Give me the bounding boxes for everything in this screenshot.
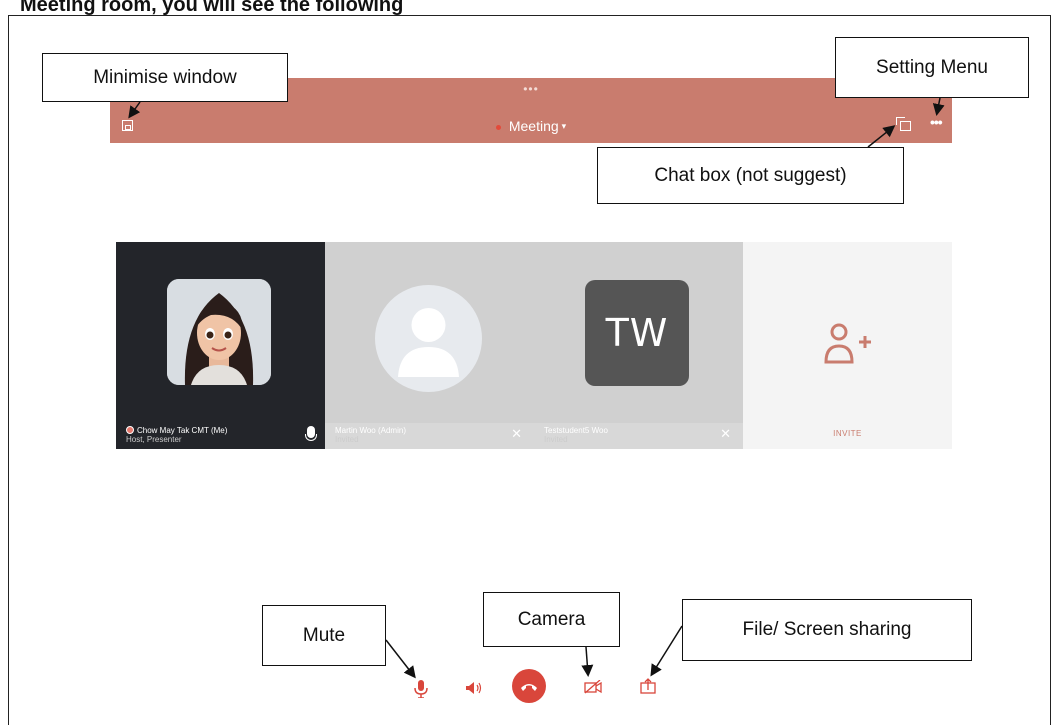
cartoon-avatar-icon — [167, 279, 271, 385]
avatar — [167, 279, 271, 385]
chat-box-icon[interactable] — [896, 117, 911, 131]
participant-tile[interactable]: TW Teststudent5 Woo Invited ✕ — [534, 242, 743, 449]
microphone-icon[interactable] — [414, 680, 428, 698]
meeting-title[interactable]: Meeting ▾ — [110, 118, 952, 134]
participant-role: Host, Presenter — [126, 435, 182, 444]
participant-role: Invited — [544, 435, 568, 444]
participant-info: Martin Woo (Admin) Invited ✕ — [325, 423, 534, 449]
avatar — [375, 285, 482, 392]
callout-camera: Camera — [483, 592, 620, 647]
callout-file-screen-sharing: File/ Screen sharing — [682, 599, 972, 661]
avatar-initials: TW — [585, 280, 689, 386]
participant-tile-self[interactable]: Chow May Tak CMT (Me) Host, Presenter — [116, 242, 325, 449]
close-icon[interactable]: ✕ — [511, 427, 522, 440]
callout-mute: Mute — [262, 605, 386, 666]
participant-role: Invited — [335, 435, 359, 444]
person-icon — [398, 308, 459, 377]
add-person-icon — [824, 323, 871, 364]
callout-setting-menu: Setting Menu — [835, 37, 1029, 98]
chevron-down-icon: ▾ — [561, 121, 567, 131]
camera-off-icon[interactable] — [584, 680, 602, 694]
speaker-icon[interactable] — [466, 682, 482, 694]
share-screen-icon[interactable] — [640, 678, 656, 694]
recording-dot-icon — [495, 124, 501, 130]
callout-chat-box: Chat box (not suggest) — [597, 147, 904, 204]
participant-name: Teststudent5 Woo — [544, 426, 608, 435]
microphone-icon[interactable] — [305, 426, 317, 441]
participant-tile[interactable]: Martin Woo (Admin) Invited ✕ — [325, 242, 534, 449]
invite-tile[interactable]: INVITE — [743, 242, 952, 449]
hang-up-icon — [521, 684, 537, 691]
participant-info: Chow May Tak CMT (Me) Host, Presenter — [116, 423, 325, 449]
participant-name: Chow May Tak CMT (Me) — [137, 426, 228, 435]
participant-name: Martin Woo (Admin) — [335, 426, 406, 435]
close-icon[interactable]: ✕ — [720, 427, 731, 440]
participant-info: Teststudent5 Woo Invited ✕ — [534, 423, 743, 449]
end-call-button[interactable] — [512, 669, 546, 703]
meeting-title-label: Meeting — [508, 118, 559, 134]
more-icon[interactable]: ••• — [930, 114, 943, 130]
status-icon — [126, 426, 134, 434]
callout-minimise: Minimise window — [42, 53, 288, 102]
invite-button[interactable]: INVITE — [743, 429, 952, 438]
participant-grid: Chow May Tak CMT (Me) Host, Presenter Ma… — [116, 242, 952, 449]
